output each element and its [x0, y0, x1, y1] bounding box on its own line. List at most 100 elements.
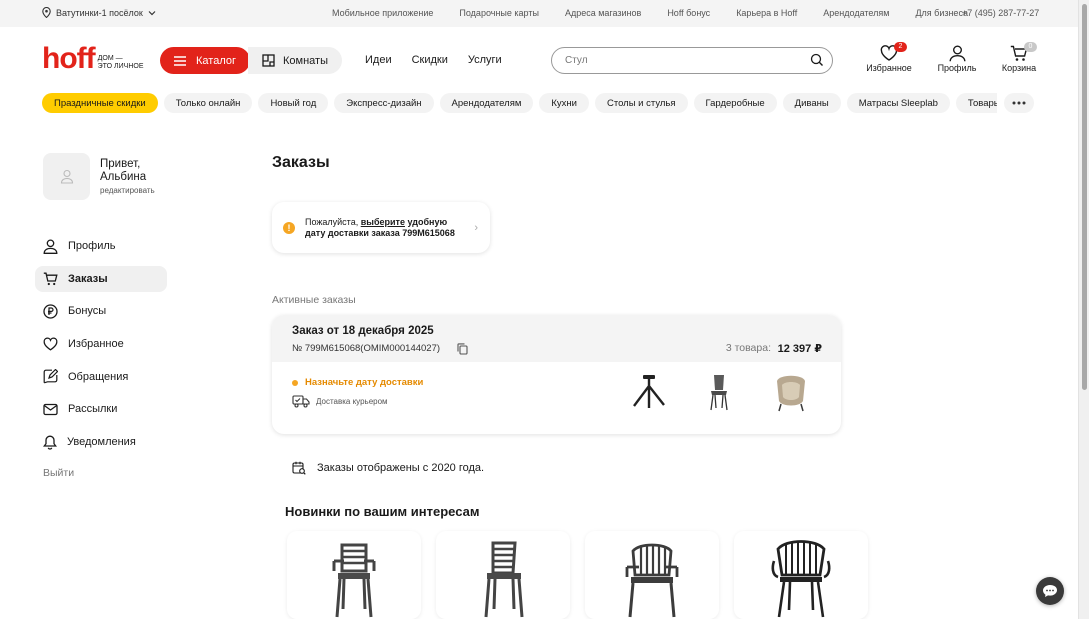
cart-button[interactable]: 0 Корзина — [998, 42, 1040, 73]
category-chips: Праздничные скидки Только онлайн Новый г… — [42, 93, 997, 113]
ruble-coin-icon — [43, 304, 58, 319]
phone-link[interactable]: +7 (495) 287-77-27 — [962, 8, 1039, 18]
grey-chair-image — [710, 375, 728, 411]
delivery-label: Доставка курьером — [316, 397, 388, 406]
logo-wordmark: hoff — [42, 42, 96, 75]
category-chip[interactable]: Новый год — [258, 93, 329, 113]
sidebar-item-favorites[interactable]: Избранное — [35, 331, 167, 357]
more-dots-icon — [1012, 101, 1026, 105]
hoff-logo[interactable]: hoff ДОМ — ЭТО ЛИЧНОЕ — [42, 42, 144, 75]
sidebar-item-label: Обращения — [68, 370, 129, 383]
link-mobile-app[interactable]: Мобильное приложение — [332, 8, 433, 18]
favorites-count-badge: 2 — [894, 42, 907, 52]
avatar[interactable] — [43, 153, 90, 200]
location-label: Ватутинки-1 посёлок — [56, 7, 143, 18]
delivery-method: Доставка курьером — [292, 395, 388, 408]
order-item-thumbnail[interactable] — [699, 369, 739, 415]
logo-tagline: ДОМ — ЭТО ЛИЧНОЕ — [97, 55, 144, 70]
order-items-count: 3 товара: — [725, 342, 771, 354]
search-icon[interactable] — [810, 53, 824, 67]
link-career[interactable]: Карьера в Hoff — [736, 8, 797, 18]
order-item-thumbnail[interactable] — [629, 369, 669, 415]
sidebar-item-label: Бонусы — [68, 305, 107, 318]
chevron-down-icon — [148, 10, 156, 15]
product-card[interactable] — [734, 531, 868, 619]
warning-icon: ! — [283, 221, 295, 234]
product-card[interactable] — [585, 531, 719, 619]
sidebar-item-bonuses[interactable]: Бонусы — [35, 298, 167, 324]
catalog-button[interactable]: Каталог — [160, 47, 250, 74]
account-sidebar: Профиль Заказы Бонусы Избранное Обращени… — [35, 233, 167, 462]
sidebar-item-label: Избранное — [68, 338, 124, 351]
order-status[interactable]: Назначьте дату доставки — [292, 377, 423, 388]
active-orders-label: Активные заказы — [272, 294, 356, 306]
cart-count-badge: 0 — [1024, 42, 1037, 52]
category-chip[interactable]: Кухни — [539, 93, 589, 113]
category-chip[interactable]: Товары для дома — [955, 93, 997, 113]
more-categories-button[interactable] — [1004, 93, 1034, 113]
table-base-image — [633, 375, 665, 408]
search-input[interactable] — [551, 47, 833, 74]
sidebar-item-label: Уведомления — [67, 436, 136, 449]
link-gift-cards[interactable]: Подарочные карты — [459, 8, 539, 18]
edit-profile-link[interactable]: редактировать — [100, 186, 155, 195]
category-chip[interactable]: Диваны — [782, 93, 841, 113]
location-pin-icon — [42, 7, 51, 18]
sidebar-item-mailings[interactable]: Рассылки — [35, 396, 167, 422]
cart-icon — [43, 272, 58, 285]
page-scrollbar[interactable] — [1078, 0, 1089, 619]
category-chip[interactable]: Праздничные скидки — [42, 93, 158, 113]
nav-ideas[interactable]: Идеи — [365, 54, 392, 66]
category-chip[interactable]: Столы и стулья — [594, 93, 688, 113]
rooms-icon — [262, 54, 275, 67]
category-chip[interactable]: Арендодателям — [439, 93, 534, 113]
chair-image — [771, 540, 831, 618]
sidebar-item-notifications[interactable]: Уведомления — [35, 429, 167, 455]
chair-image — [625, 543, 679, 618]
delivery-date-notice[interactable]: ! Пожалуйста, выберите удобную дату дост… — [272, 202, 490, 253]
order-card[interactable]: Заказ от 18 декабря 2025 № 799M615068(OM… — [272, 315, 841, 434]
sidebar-item-profile[interactable]: Профиль — [35, 233, 167, 259]
user-icon — [43, 238, 58, 254]
profile-label: Профиль — [937, 63, 977, 73]
orders-history-text: Заказы отображены с 2020 года. — [317, 462, 485, 474]
category-chip[interactable]: Экспресс-дизайн — [334, 93, 434, 113]
bell-icon — [43, 435, 57, 450]
sidebar-item-label: Профиль — [68, 240, 116, 252]
order-item-thumbnail[interactable] — [771, 369, 811, 415]
logout-link[interactable]: Выйти — [43, 467, 74, 479]
order-price: 12 397 ₽ — [777, 343, 822, 355]
product-card[interactable] — [436, 531, 570, 619]
location-selector[interactable]: Ватутинки-1 посёлок — [42, 7, 156, 18]
chevron-right-icon: › — [474, 222, 478, 234]
rooms-button[interactable]: Комнаты — [248, 47, 342, 74]
page-title: Заказы — [272, 154, 330, 171]
category-chip[interactable]: Гардеробные — [693, 93, 777, 113]
nav-discounts[interactable]: Скидки — [412, 54, 448, 66]
sidebar-item-orders[interactable]: Заказы — [35, 265, 167, 292]
link-hoff-bonus[interactable]: Hoff бонус — [667, 8, 710, 18]
profile-button[interactable]: Профиль — [935, 43, 979, 73]
cart-label: Корзина — [1001, 63, 1037, 73]
scrollbar-thumb[interactable] — [1082, 4, 1087, 390]
product-card[interactable] — [287, 531, 421, 619]
favorites-button[interactable]: 2 Избранное — [865, 42, 913, 73]
menu-icon — [174, 55, 186, 66]
link-business[interactable]: Для бизнеса — [915, 8, 968, 18]
nav-services[interactable]: Услуги — [468, 54, 502, 66]
user-icon — [949, 45, 965, 61]
category-chip[interactable]: Матрасы Sleeplab — [846, 93, 950, 113]
beige-chair-image — [777, 375, 805, 412]
sidebar-item-requests[interactable]: Обращения — [35, 364, 167, 390]
chat-button[interactable] — [1036, 577, 1064, 605]
select-date-link[interactable]: выберите — [361, 217, 405, 227]
user-placeholder-icon — [60, 169, 73, 184]
link-store-addresses[interactable]: Адреса магазинов — [565, 8, 641, 18]
sidebar-item-label: Рассылки — [68, 403, 118, 416]
category-chip[interactable]: Только онлайн — [163, 93, 253, 113]
chat-bubble-icon — [1043, 585, 1057, 597]
delivery-truck-icon — [292, 395, 310, 408]
link-landlords[interactable]: Арендодателям — [823, 8, 889, 18]
copy-icon[interactable] — [457, 343, 468, 355]
rooms-label: Комнаты — [283, 54, 328, 67]
